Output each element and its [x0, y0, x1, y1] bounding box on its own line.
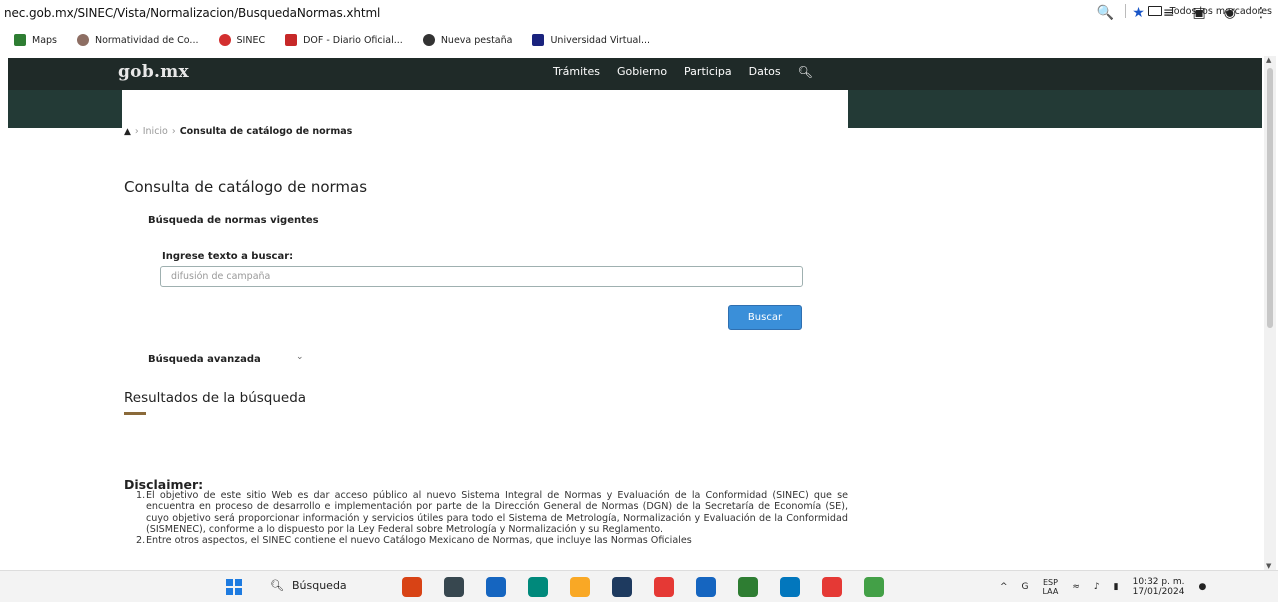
bookmark-new-tab[interactable]: Nueva pestaña	[422, 34, 512, 46]
chrome-icon	[422, 34, 435, 46]
chevron-down-icon[interactable]: ⌄	[296, 352, 304, 362]
scroll-thumb[interactable]	[1267, 68, 1273, 328]
sinec-icon	[218, 34, 231, 46]
bookmark-maps[interactable]: Maps	[14, 34, 57, 46]
address-bar[interactable]: nec.gob.mx/SINEC/Vista/Normalizacion/Bus…	[0, 0, 1278, 26]
taskbar-search[interactable]: 🔍︎ Búsqueda	[270, 579, 347, 592]
wifi-icon[interactable]: ≈	[1072, 582, 1080, 592]
network-app-icon[interactable]: G	[1022, 582, 1029, 592]
windows-start-icon[interactable]	[226, 579, 242, 595]
taskbar-app-icon[interactable]	[444, 577, 464, 597]
taskbar-app-icon[interactable]	[402, 577, 422, 597]
nav-datos[interactable]: Datos	[749, 65, 781, 79]
breadcrumb-separator: ›	[171, 126, 176, 137]
taskbar-app-icon[interactable]	[486, 577, 506, 597]
list-item: 2. Entre otros aspectos, el SINEC contien…	[136, 535, 692, 547]
home-icon[interactable]: ▲	[124, 127, 131, 137]
disclaimer-list: 1. El objetivo de este sitio Web es dar a…	[136, 490, 848, 546]
search-label: Ingrese texto a buscar:	[162, 251, 294, 262]
advanced-search-toggle[interactable]: Búsqueda avanzada	[148, 354, 261, 365]
bookmarks-bar: Maps Normatividad de Co... SINEC DOF - D…	[0, 28, 1278, 52]
maps-icon	[14, 34, 26, 46]
search-icon: 🔍︎	[270, 579, 284, 592]
clock[interactable]: 10:32 p. m. 17/01/2024	[1133, 577, 1185, 597]
taskbar-apps	[402, 577, 884, 597]
search-input[interactable]	[160, 266, 803, 287]
all-bookmarks[interactable]: Todos los marcadores	[1124, 4, 1272, 18]
bookmark-dof[interactable]: DOF - Diario Oficial...	[285, 34, 403, 46]
breadcrumb-separator: ›	[134, 126, 139, 137]
taskbar-app-icon[interactable]	[570, 577, 590, 597]
search-button[interactable]: Buscar	[728, 305, 802, 330]
search-icon[interactable]: 🔍︎	[798, 65, 813, 79]
university-icon	[532, 34, 545, 46]
title-underline	[124, 412, 146, 415]
seal-icon	[77, 34, 89, 46]
folder-icon	[1147, 6, 1162, 16]
taskbar-app-icon[interactable]	[822, 577, 842, 597]
taskbar-app-icon[interactable]	[696, 577, 716, 597]
divider	[1124, 4, 1126, 18]
system-tray: ^ G ESP LAA ≈ ♪ ▮ 10:32 p. m. 17/01/2024…	[1000, 577, 1206, 597]
nav-participa[interactable]: Participa	[684, 65, 732, 79]
taskbar-app-icon[interactable]	[738, 577, 758, 597]
bookmark-universidad[interactable]: Universidad Virtual...	[532, 34, 650, 46]
windows-taskbar: 🔍︎ Búsqueda ^ G ESP LAA ≈ ♪ ▮ 10:32 p. m…	[0, 570, 1278, 602]
scroll-up-icon[interactable]: ▲	[1266, 56, 1271, 64]
page-title: Consulta de catálogo de normas	[124, 178, 368, 196]
breadcrumb-current: Consulta de catálogo de normas	[179, 126, 353, 137]
battery-icon[interactable]: ▮	[1114, 582, 1119, 592]
section-subtitle: Búsqueda de normas vigentes	[148, 215, 319, 226]
taskbar-app-icon[interactable]	[864, 577, 884, 597]
volume-icon[interactable]: ♪	[1094, 582, 1100, 592]
nav-tramites[interactable]: Trámites	[553, 65, 600, 79]
list-item: 1. El objetivo de este sitio Web es dar a…	[136, 490, 848, 535]
taskbar-app-icon[interactable]	[780, 577, 800, 597]
results-title: Resultados de la búsqueda	[124, 390, 307, 406]
page-scrollbar[interactable]: ▲ ▼	[1264, 56, 1276, 570]
bookmark-sinec[interactable]: SINEC	[218, 34, 265, 46]
breadcrumb: ▲ › Inicio › Consulta de catálogo de nor…	[124, 126, 352, 137]
chevron-up-icon[interactable]: ^	[1000, 582, 1008, 592]
bookmark-normatividad[interactable]: Normatividad de Co...	[77, 34, 199, 46]
taskbar-app-icon[interactable]	[528, 577, 548, 597]
taskbar-app-icon[interactable]	[612, 577, 632, 597]
zoom-icon[interactable]: 🔍	[1097, 4, 1114, 22]
dof-icon	[285, 34, 298, 46]
main-nav: Trámites Gobierno Participa Datos 🔍︎	[553, 65, 813, 79]
breadcrumb-inicio[interactable]: Inicio	[143, 126, 168, 137]
nav-gobierno[interactable]: Gobierno	[617, 65, 667, 79]
scroll-down-icon[interactable]: ▼	[1266, 562, 1271, 570]
url-text[interactable]: nec.gob.mx/SINEC/Vista/Normalizacion/Bus…	[4, 6, 380, 20]
notification-bell-icon[interactable]: ●	[1198, 582, 1206, 592]
gobmx-logo[interactable]: gob.mx	[118, 62, 189, 82]
language-indicator[interactable]: ESP LAA	[1043, 578, 1059, 596]
taskbar-app-icon[interactable]	[654, 577, 674, 597]
content-top-panel	[122, 90, 848, 130]
